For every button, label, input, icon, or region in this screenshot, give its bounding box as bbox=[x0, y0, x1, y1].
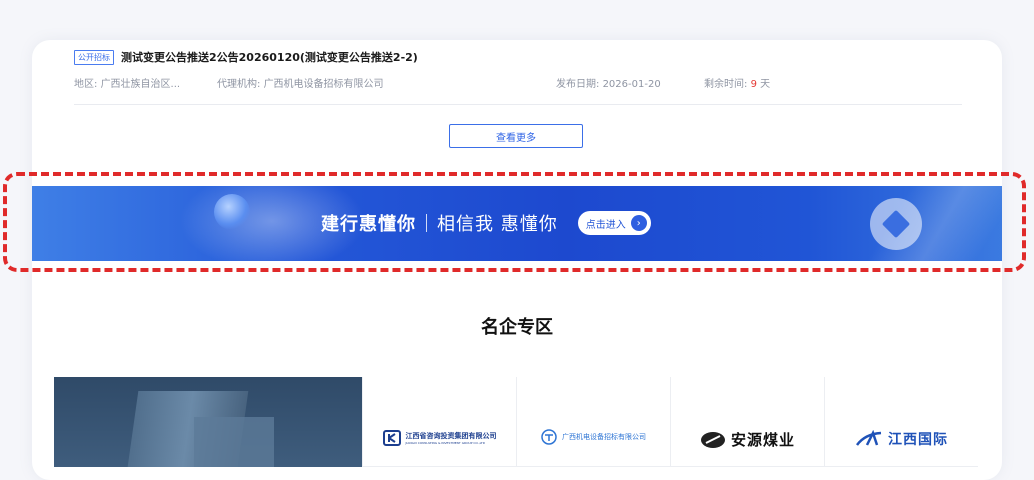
gx-tender-logo-icon bbox=[541, 429, 557, 445]
tender-remaining-time: 剩余时间: 9 天 bbox=[704, 79, 771, 90]
partner-name-en: JIANGXI CONSULTING & INVESTMENT GROUP CO… bbox=[405, 440, 486, 445]
tender-title[interactable]: 测试变更公告推送2公告20260120(测试变更公告推送2-2) bbox=[121, 49, 418, 65]
section-title: 名企专区 bbox=[481, 317, 553, 338]
partner-name: 江西省咨询投资集团有限公司 bbox=[405, 431, 497, 440]
anyuan-logo-icon bbox=[700, 431, 725, 448]
tender-item-title-row[interactable]: 公开招标 测试变更公告推送2公告20260120(测试变更公告推送2-2) bbox=[74, 49, 418, 65]
highlight-box bbox=[3, 172, 1026, 272]
partner-name: 江西国际 bbox=[888, 432, 948, 448]
tender-region: 地区: 广西壮族自治区... bbox=[74, 79, 181, 90]
tender-type-tag: 公开招标 bbox=[74, 49, 114, 65]
view-more-button[interactable]: 查看更多 bbox=[449, 124, 583, 148]
list-divider bbox=[74, 104, 962, 105]
partner-name: 安源煤业 bbox=[730, 431, 795, 449]
tender-agency: 代理机构: 广西机电设备招标有限公司 bbox=[217, 79, 384, 90]
building-image-secondary bbox=[194, 417, 274, 467]
jx-international-logo-icon bbox=[855, 430, 882, 446]
jxci-logo-icon bbox=[382, 430, 401, 446]
tender-publish-date: 发布日期: 2026-01-20 bbox=[556, 79, 661, 90]
remaining-days: 9 bbox=[750, 79, 757, 90]
partner-name: 广西机电设备招标有限公司 bbox=[562, 433, 646, 441]
